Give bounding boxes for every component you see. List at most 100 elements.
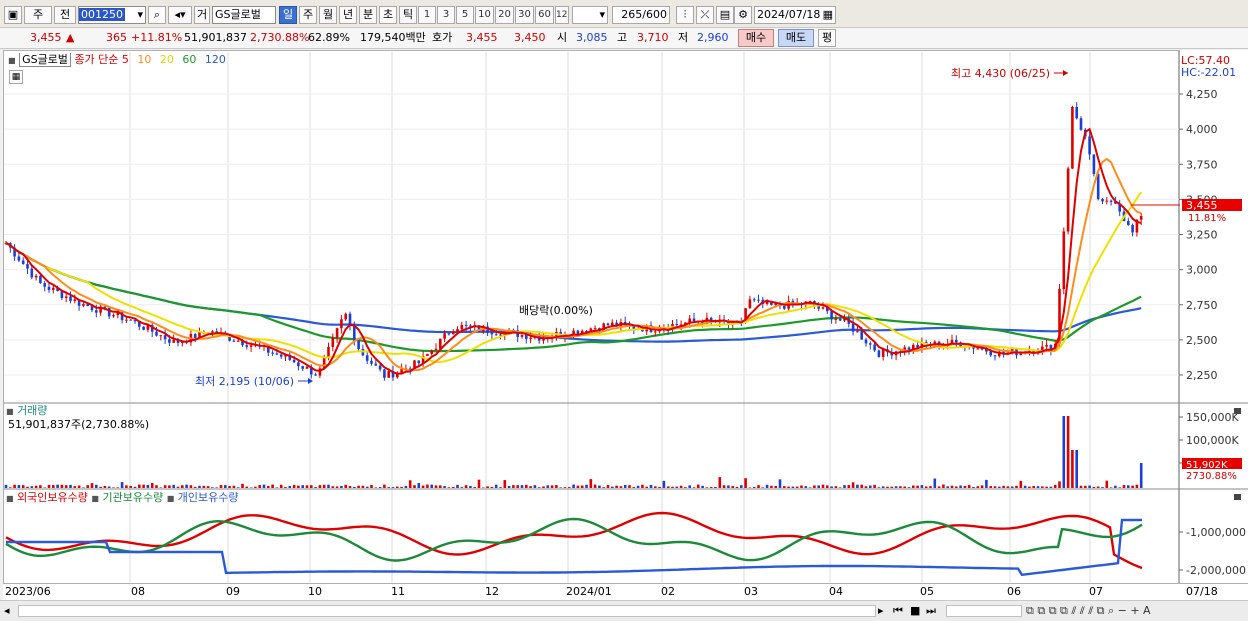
volume-bar [860, 484, 863, 488]
candle-body [236, 340, 240, 342]
volume-bar [998, 486, 1001, 488]
volume-bar [1023, 485, 1027, 488]
candle-body [387, 371, 390, 378]
x-label-10: 10 [308, 585, 322, 598]
volume-bar [937, 486, 941, 488]
volume-bar [120, 482, 124, 488]
volume-bar [451, 486, 455, 488]
candle-body [1096, 174, 1100, 199]
volume-bar [1105, 480, 1109, 488]
scroll-left-icon[interactable]: ◂ [4, 603, 16, 618]
volume-bar [748, 487, 752, 488]
volume-bar [1015, 485, 1018, 488]
volume-bar [838, 487, 842, 488]
candle-body [851, 323, 855, 332]
volume-bar [1075, 450, 1078, 488]
x-label-2024-01: 2024/01 [566, 585, 612, 598]
scrollbar-track[interactable] [18, 605, 876, 617]
stop-icon[interactable]: ■ [910, 603, 924, 618]
rewind-icon[interactable]: ⏮ [893, 603, 907, 618]
ma120-legend: 120 [204, 53, 226, 66]
volume-bar [924, 486, 928, 488]
x-label-08: 08 [131, 585, 145, 598]
price-tick-label: 4,000 [1186, 123, 1218, 136]
volume-bar [258, 485, 261, 488]
volume-bar [64, 485, 68, 488]
volume-bar [649, 484, 653, 488]
volume-bar [13, 484, 16, 488]
candle-body [155, 331, 158, 336]
volume-tick-label: 150,000K [1186, 411, 1239, 424]
volume-bar [1006, 486, 1010, 488]
volume-bar [361, 485, 365, 488]
volume-bar [236, 487, 240, 488]
volume-bar [628, 485, 631, 488]
candle-body [112, 315, 115, 317]
candle-body [107, 307, 111, 317]
volume-bar [972, 487, 975, 488]
forward-icon[interactable]: ⏭ [926, 603, 940, 618]
holdings-panel-close-icon[interactable] [1234, 494, 1241, 500]
candle-body [907, 347, 911, 351]
volume-bar [1122, 485, 1126, 488]
volume-panel-close-icon[interactable] [1234, 408, 1241, 414]
volume-bar [387, 487, 390, 488]
stock-tag[interactable]: GS글로벌 [19, 53, 71, 67]
table-icon[interactable]: ▦ [9, 70, 23, 84]
chart-canvas[interactable]: 최고 4,430 (06/25) 최저 2,195 (10/06) 배당락(0.… [0, 0, 1248, 621]
volume-bar [817, 485, 820, 488]
volume-bar [963, 485, 967, 488]
volume-bar [159, 487, 163, 488]
candle-body [52, 287, 55, 290]
volume-bar [288, 485, 292, 488]
volume-bar [297, 485, 300, 488]
volume-bar [611, 486, 614, 488]
candle-body [245, 345, 249, 347]
volume-bar [684, 487, 687, 488]
volume-bar [305, 485, 309, 488]
volume-bar [856, 484, 859, 488]
volume-bar [714, 486, 717, 488]
volume-bars [4, 416, 1143, 488]
volume-bar [662, 480, 666, 488]
holdings-lines [5, 511, 1143, 577]
candle-body [26, 264, 29, 269]
candle-body [692, 318, 696, 321]
volume-bar [232, 485, 236, 488]
volume-bar [1053, 484, 1057, 488]
volume-bar [1139, 463, 1143, 488]
candle-body [864, 339, 868, 344]
volume-bar [946, 486, 949, 488]
volume-bar [413, 485, 416, 488]
candle-body [490, 332, 494, 335]
volume-bar [989, 486, 992, 488]
volume-bar [692, 487, 696, 488]
volume-bar [894, 486, 898, 488]
candle-body [757, 299, 760, 301]
volume-bar [198, 485, 201, 488]
volume-bar [206, 486, 210, 488]
candle-body [39, 275, 42, 284]
candle-body [443, 333, 446, 339]
candle-body [529, 337, 532, 339]
volume-bar [1118, 487, 1121, 488]
candle-body [860, 331, 863, 340]
volume-bar [783, 486, 786, 488]
candle-body [1105, 200, 1109, 202]
volume-bar [679, 485, 683, 488]
volume-bar [761, 487, 765, 488]
volume-bar [718, 477, 722, 488]
zoom-slider[interactable] [946, 605, 1022, 617]
x-label-05: 05 [920, 585, 934, 598]
volume-bar [727, 485, 730, 488]
volume-bar [404, 485, 408, 488]
volume-bar [701, 485, 704, 488]
volume-bar [202, 485, 206, 488]
scroll-right-icon[interactable]: ▸ [878, 603, 890, 618]
drawing-tools-icon[interactable]: ⧉ ⧉ ⧉ ⧉ ⫽ ⫽ ⫽ ⧉ ⌕ − + A [1026, 603, 1226, 618]
candle-body [494, 334, 498, 336]
volume-bar [254, 486, 257, 488]
candle-body [314, 374, 317, 376]
volume-bar [353, 486, 356, 488]
volume-bar [434, 485, 438, 488]
